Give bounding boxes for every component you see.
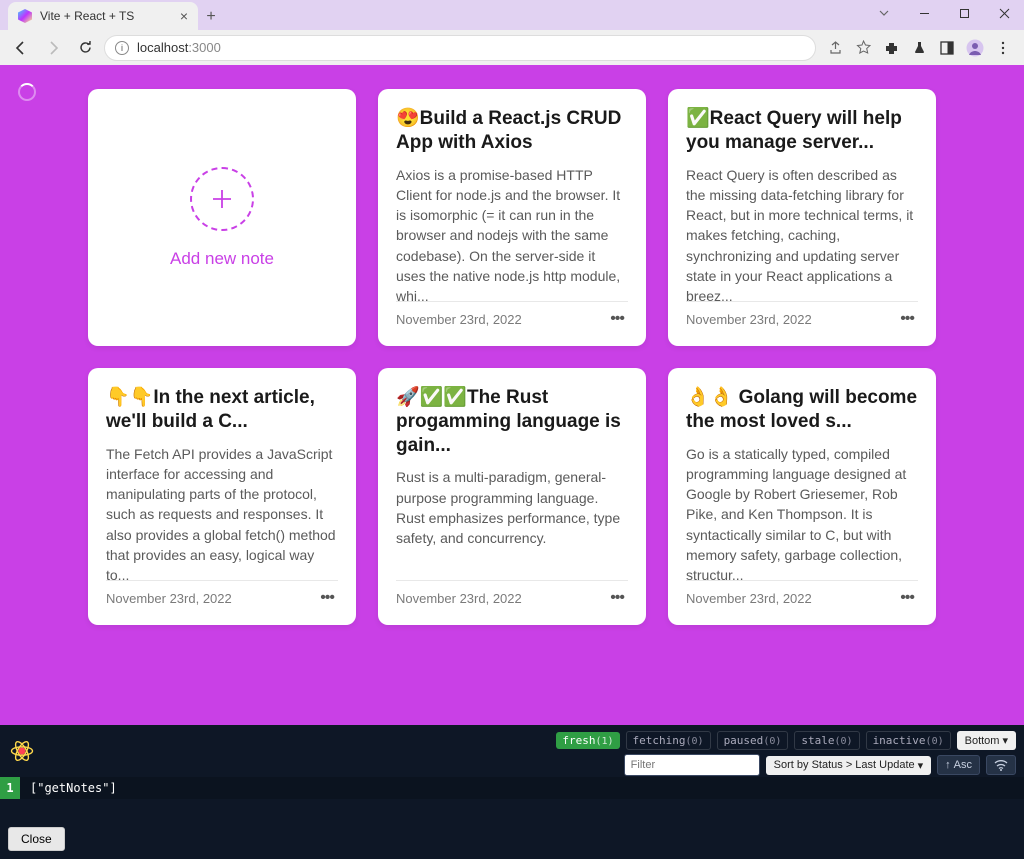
note-menu-icon[interactable]: ••• xyxy=(896,310,918,328)
note-title: 👇👇In the next article, we'll build a C..… xyxy=(106,386,338,434)
note-body: Go is a statically typed, compiled progr… xyxy=(686,444,918,581)
note-date: November 23rd, 2022 xyxy=(686,591,812,606)
devtools-toolbar: fresh(1) fetching(0) paused(0) stale(0) … xyxy=(0,725,1024,777)
chevron-down-icon: ▾ xyxy=(918,759,924,772)
back-button[interactable] xyxy=(8,35,34,61)
position-button[interactable]: Bottom ▾ xyxy=(957,731,1016,750)
devtools-controls: fresh(1) fetching(0) paused(0) stale(0) … xyxy=(556,731,1016,776)
close-window-button[interactable] xyxy=(984,0,1024,26)
add-note-card[interactable]: Add new note xyxy=(88,89,356,346)
profile-icon[interactable] xyxy=(962,35,988,61)
close-tab-icon[interactable]: × xyxy=(180,8,188,24)
note-card: ✅React Query will help you manage server… xyxy=(668,89,936,346)
note-card: 👇👇In the next article, we'll build a C..… xyxy=(88,368,356,625)
reload-button[interactable] xyxy=(72,35,98,61)
query-row[interactable]: 1 ["getNotes"] xyxy=(0,777,1024,799)
react-query-logo-icon xyxy=(8,737,36,765)
query-key: ["getNotes"] xyxy=(20,781,117,795)
status-pill-fresh[interactable]: fresh(1) xyxy=(556,732,619,749)
window-chevron-icon[interactable] xyxy=(864,0,904,26)
note-title: 🚀✅✅The Rust progamming language is gain.… xyxy=(396,386,628,457)
url-port: :3000 xyxy=(188,40,221,55)
vite-favicon xyxy=(18,9,32,23)
note-footer: November 23rd, 2022 ••• xyxy=(396,301,628,328)
site-info-icon[interactable]: i xyxy=(115,41,129,55)
wifi-button[interactable] xyxy=(986,755,1016,775)
loading-spinner-icon xyxy=(18,83,36,101)
note-card: 😍Build a React.js CRUD App with Axios Ax… xyxy=(378,89,646,346)
note-menu-icon[interactable]: ••• xyxy=(896,589,918,607)
asc-button[interactable]: ↑ Asc xyxy=(937,755,980,775)
new-tab-button[interactable]: + xyxy=(198,4,224,30)
sort-button[interactable]: Sort by Status > Last Update ▾ xyxy=(766,756,931,775)
tab-title: Vite + React + TS xyxy=(40,9,134,23)
note-date: November 23rd, 2022 xyxy=(686,312,812,327)
react-query-devtools: fresh(1) fetching(0) paused(0) stale(0) … xyxy=(0,725,1024,859)
note-date: November 23rd, 2022 xyxy=(396,591,522,606)
tab-bar: Vite + React + TS × + xyxy=(0,0,1024,30)
toolbar-icons xyxy=(822,35,1016,61)
note-body: The Fetch API provides a JavaScript inte… xyxy=(106,444,338,581)
bookmark-star-icon[interactable] xyxy=(850,35,876,61)
app-viewport: Add new note 😍Build a React.js CRUD App … xyxy=(0,65,1024,725)
window-controls xyxy=(864,0,1024,26)
note-card: 👌👌 Golang will become the most loved s..… xyxy=(668,368,936,625)
note-date: November 23rd, 2022 xyxy=(106,591,232,606)
note-body: Axios is a promise-based HTTP Client for… xyxy=(396,165,628,302)
note-menu-icon[interactable]: ••• xyxy=(606,589,628,607)
note-menu-icon[interactable]: ••• xyxy=(316,589,338,607)
query-count-badge: 1 xyxy=(0,777,20,799)
note-footer: November 23rd, 2022 ••• xyxy=(106,580,338,607)
url-host: localhost xyxy=(137,40,188,55)
note-title: 😍Build a React.js CRUD App with Axios xyxy=(396,107,628,155)
status-pill-paused[interactable]: paused(0) xyxy=(717,731,789,750)
note-date: November 23rd, 2022 xyxy=(396,312,522,327)
browser-tab[interactable]: Vite + React + TS × xyxy=(8,2,198,30)
note-title: ✅React Query will help you manage server… xyxy=(686,107,918,155)
share-icon[interactable] xyxy=(822,35,848,61)
status-pill-fetching[interactable]: fetching(0) xyxy=(626,731,711,750)
note-footer: November 23rd, 2022 ••• xyxy=(686,301,918,328)
forward-button[interactable] xyxy=(40,35,66,61)
note-footer: November 23rd, 2022 ••• xyxy=(396,580,628,607)
filter-input[interactable] xyxy=(624,754,760,776)
address-bar: i localhost:3000 xyxy=(0,30,1024,65)
extension-icon[interactable] xyxy=(878,35,904,61)
status-pill-inactive[interactable]: inactive(0) xyxy=(866,731,951,750)
notes-grid: Add new note 😍Build a React.js CRUD App … xyxy=(0,65,1024,649)
browser-chrome: Vite + React + TS × + xyxy=(0,0,1024,65)
note-card: 🚀✅✅The Rust progamming language is gain.… xyxy=(378,368,646,625)
devtools-close-area: Close xyxy=(8,827,1016,851)
minimize-button[interactable] xyxy=(904,0,944,26)
add-note-label: Add new note xyxy=(170,249,274,269)
note-footer: November 23rd, 2022 ••• xyxy=(686,580,918,607)
wifi-icon xyxy=(994,759,1008,771)
chevron-down-icon: ▾ xyxy=(1002,734,1008,747)
note-body: Rust is a multi-paradigm, general-purpos… xyxy=(396,467,628,580)
note-body: React Query is often described as the mi… xyxy=(686,165,918,302)
plus-circle-icon xyxy=(190,167,254,231)
status-pill-stale[interactable]: stale(0) xyxy=(794,731,859,750)
reading-list-icon[interactable] xyxy=(934,35,960,61)
note-menu-icon[interactable]: ••• xyxy=(606,310,628,328)
menu-icon[interactable] xyxy=(990,35,1016,61)
arrow-up-icon: ↑ xyxy=(945,759,951,771)
note-title: 👌👌 Golang will become the most loved s..… xyxy=(686,386,918,434)
url-input[interactable]: i localhost:3000 xyxy=(104,35,816,61)
close-devtools-button[interactable]: Close xyxy=(8,827,65,851)
flask-icon[interactable] xyxy=(906,35,932,61)
maximize-button[interactable] xyxy=(944,0,984,26)
